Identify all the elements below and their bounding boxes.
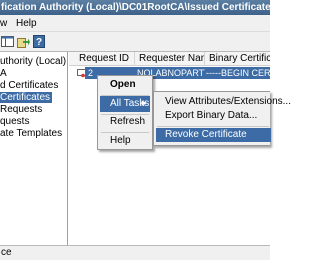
svg-text:?: ? <box>35 37 41 48</box>
tree-item-ca[interactable]: A <box>0 68 7 79</box>
cell-request-id: 2 <box>88 68 94 78</box>
submenu-export-binary-data[interactable]: Export Binary Data... <box>156 109 271 123</box>
context-menu: Open All Tasks ▶ Refresh Help <box>97 75 153 150</box>
submenu-arrow-icon: ▶ <box>141 100 147 107</box>
status-bar: ce <box>0 245 270 260</box>
list-header: Request ID Requester Name Binary Certifi… <box>69 52 270 66</box>
submenu-revoke-certificate[interactable]: Revoke Certificate <box>156 128 271 142</box>
column-requester-name[interactable]: Requester Name <box>135 52 205 66</box>
certificate-icon <box>77 69 86 81</box>
tree-item-issued-certificates[interactable]: Certificates <box>0 92 53 103</box>
context-menu-all-tasks[interactable]: All Tasks ▶ <box>100 96 150 112</box>
export-icon[interactable] <box>16 34 31 49</box>
help-icon[interactable]: ? <box>31 34 46 49</box>
column-request-id[interactable]: Request ID <box>75 52 135 66</box>
menu-separator <box>157 126 269 127</box>
tree-item-authority[interactable]: uthority (Local) <box>0 56 66 67</box>
tree-item-failed-requests[interactable]: quests <box>0 116 29 127</box>
column-binary-certificate[interactable]: Binary Certificate <box>205 52 270 66</box>
context-menu-open[interactable]: Open <box>100 77 150 93</box>
menu-view[interactable]: w <box>0 18 7 29</box>
tree-item-certificate-templates[interactable]: ate Templates <box>0 128 62 139</box>
menu-bar: w Help <box>0 15 270 32</box>
context-menu-help[interactable]: Help <box>100 133 150 149</box>
cell-binary-certificate: -----BEGIN CERTI... <box>206 68 270 78</box>
tree-item-pending-requests[interactable]: Requests <box>0 104 42 115</box>
pane-icon[interactable] <box>0 34 15 49</box>
menu-help[interactable]: Help <box>16 18 37 29</box>
tree-item-revoked-certificates[interactable]: d Certificates <box>0 80 58 91</box>
submenu-view-attributes[interactable]: View Attributes/Extensions... <box>156 95 291 109</box>
window-title: fication Authority (Local)\DC01RootCA\Is… <box>0 0 270 15</box>
all-tasks-submenu: View Attributes/Extensions... Export Bin… <box>153 91 291 146</box>
toolbar: ? <box>0 32 270 52</box>
console-tree: uthority (Local) A d Certificates Certif… <box>0 52 68 245</box>
context-menu-refresh[interactable]: Refresh <box>100 114 150 130</box>
